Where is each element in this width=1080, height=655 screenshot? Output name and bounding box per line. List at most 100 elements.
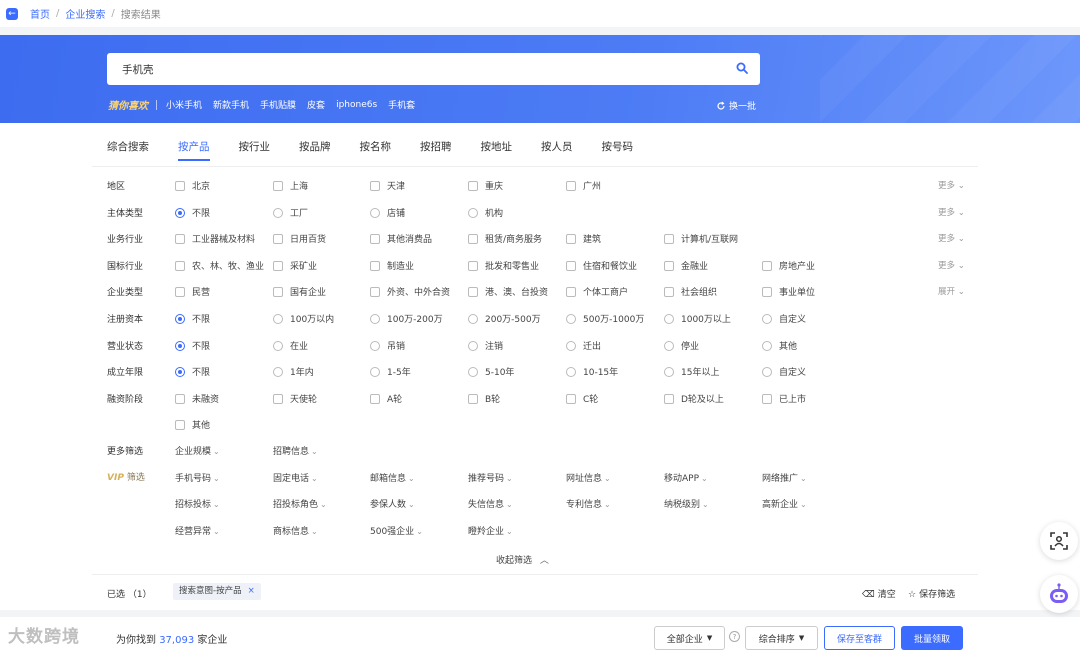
filter-option[interactable]: 社会组织 <box>664 285 717 298</box>
more-toggle[interactable]: 更多 ⌄ <box>938 259 965 271</box>
checkbox[interactable] <box>468 393 478 404</box>
filter-option[interactable]: 租赁/商务服务 <box>468 232 542 245</box>
sort-dropdown[interactable]: 综合排序 ▼ <box>745 626 818 650</box>
vip-dropdown[interactable]: 固定电话 ⌄ <box>273 471 318 484</box>
vip-dropdown[interactable]: 推荐号码 ⌄ <box>468 471 513 484</box>
checkbox[interactable] <box>468 260 478 271</box>
radio[interactable] <box>468 366 478 377</box>
filter-option[interactable]: 港、澳、台投资 <box>468 285 548 298</box>
dropdown-recruitment[interactable]: 招聘信息 ⌄ <box>273 444 318 457</box>
radio[interactable] <box>762 366 772 377</box>
vip-dropdown[interactable]: 网址信息 ⌄ <box>566 471 611 484</box>
radio[interactable] <box>762 340 772 351</box>
radio[interactable] <box>468 340 478 351</box>
filter-option[interactable]: 广州 <box>566 179 601 192</box>
filter-option[interactable]: 农、林、牧、渔业 <box>175 259 264 272</box>
filter-option[interactable]: 1000万以上 <box>664 312 731 325</box>
checkbox[interactable] <box>468 180 478 191</box>
checkbox[interactable] <box>468 286 478 297</box>
filter-option[interactable]: 机构 <box>468 206 503 219</box>
filter-option[interactable]: 500万-1000万 <box>566 312 644 325</box>
vip-dropdown[interactable]: 网络推广 ⌄ <box>762 471 807 484</box>
filter-option[interactable]: 房地产业 <box>762 259 815 272</box>
radio-selected[interactable] <box>175 313 185 324</box>
filter-option[interactable]: 停业 <box>664 339 699 352</box>
vip-dropdown[interactable]: 专利信息 ⌄ <box>566 497 611 510</box>
filter-option[interactable]: 工业器械及材料 <box>175 232 255 245</box>
checkbox[interactable] <box>175 180 185 191</box>
hot-keyword[interactable]: 新款手机 <box>213 98 249 111</box>
filter-option[interactable]: 天津 <box>370 179 405 192</box>
checkbox[interactable] <box>370 260 380 271</box>
filter-option[interactable]: 注销 <box>468 339 503 352</box>
checkbox[interactable] <box>468 233 478 244</box>
filter-option[interactable]: 建筑 <box>566 232 601 245</box>
breadcrumb-home[interactable]: 首页 <box>30 6 50 21</box>
filter-option[interactable]: 在业 <box>273 339 308 352</box>
vip-dropdown[interactable]: 高新企业 ⌄ <box>762 497 807 510</box>
radio[interactable] <box>664 313 674 324</box>
tab-by-number[interactable]: 按号码 <box>602 133 634 161</box>
filter-option[interactable]: D轮及以上 <box>664 392 724 405</box>
filter-option[interactable]: 已上市 <box>762 392 806 405</box>
hot-keyword[interactable]: 手机套 <box>388 98 415 111</box>
batch-claim-button[interactable]: 批量领取 <box>901 626 963 650</box>
hot-keyword[interactable]: 手机贴膜 <box>260 98 296 111</box>
filter-option[interactable]: 国有企业 <box>273 285 326 298</box>
breadcrumb-enterprise-search[interactable]: 企业搜索 <box>65 6 105 21</box>
filter-option[interactable]: 5-10年 <box>468 365 514 378</box>
checkbox[interactable] <box>175 419 185 430</box>
vip-dropdown[interactable]: 500强企业 ⌄ <box>370 524 423 537</box>
filter-option[interactable]: 不限 <box>175 312 210 325</box>
filter-option[interactable]: 外资、中外合资 <box>370 285 450 298</box>
radio[interactable] <box>370 207 380 218</box>
hot-keyword[interactable]: 皮套 <box>307 98 325 111</box>
vip-dropdown[interactable]: 经营异常 ⌄ <box>175 524 220 537</box>
checkbox[interactable] <box>566 233 576 244</box>
filter-option[interactable]: 计算机/互联网 <box>664 232 738 245</box>
vip-dropdown[interactable]: 纳税级别 ⌄ <box>664 497 709 510</box>
filter-option[interactable]: 10-15年 <box>566 365 618 378</box>
vip-dropdown[interactable]: 招标投标 ⌄ <box>175 497 220 510</box>
radio[interactable] <box>273 207 283 218</box>
filter-option[interactable]: 民营 <box>175 285 210 298</box>
checkbox[interactable] <box>370 286 380 297</box>
checkbox[interactable] <box>175 393 185 404</box>
search-input[interactable]: 手机壳 <box>107 53 760 85</box>
checkbox[interactable] <box>273 286 283 297</box>
checkbox[interactable] <box>664 286 674 297</box>
radio-selected[interactable] <box>175 366 185 377</box>
radio[interactable] <box>664 340 674 351</box>
help-icon[interactable]: ? <box>729 631 740 642</box>
radio[interactable] <box>370 313 380 324</box>
radio[interactable] <box>664 366 674 377</box>
checkbox[interactable] <box>664 260 674 271</box>
checkbox[interactable] <box>175 260 185 271</box>
filter-option[interactable]: B轮 <box>468 392 500 405</box>
radio-selected[interactable] <box>175 340 185 351</box>
filter-option[interactable]: 不限 <box>175 365 210 378</box>
assistant-bot-button[interactable] <box>1040 575 1078 613</box>
checkbox[interactable] <box>175 233 185 244</box>
checkbox[interactable] <box>273 180 283 191</box>
tab-by-name[interactable]: 按名称 <box>360 133 392 161</box>
checkbox[interactable] <box>175 286 185 297</box>
more-toggle[interactable]: 更多 ⌄ <box>938 206 965 218</box>
more-toggle[interactable]: 更多 ⌄ <box>938 232 965 244</box>
filter-option[interactable]: 未融资 <box>175 392 219 405</box>
checkbox[interactable] <box>762 260 772 271</box>
radio[interactable] <box>762 313 772 324</box>
radio[interactable] <box>468 313 478 324</box>
filter-option[interactable]: A轮 <box>370 392 402 405</box>
tab-comprehensive[interactable]: 综合搜索 <box>107 133 149 161</box>
checkbox[interactable] <box>566 180 576 191</box>
search-icon[interactable] <box>736 62 748 74</box>
filter-option[interactable]: 其他 <box>762 339 797 352</box>
checkbox[interactable] <box>370 233 380 244</box>
checkbox[interactable] <box>762 393 772 404</box>
filter-option[interactable]: 上海 <box>273 179 308 192</box>
checkbox[interactable] <box>566 393 576 404</box>
checkbox[interactable] <box>762 286 772 297</box>
hot-keyword[interactable]: iphone6s <box>336 100 377 110</box>
collapse-filters-button[interactable]: 收起筛选 ︿ <box>496 553 549 566</box>
